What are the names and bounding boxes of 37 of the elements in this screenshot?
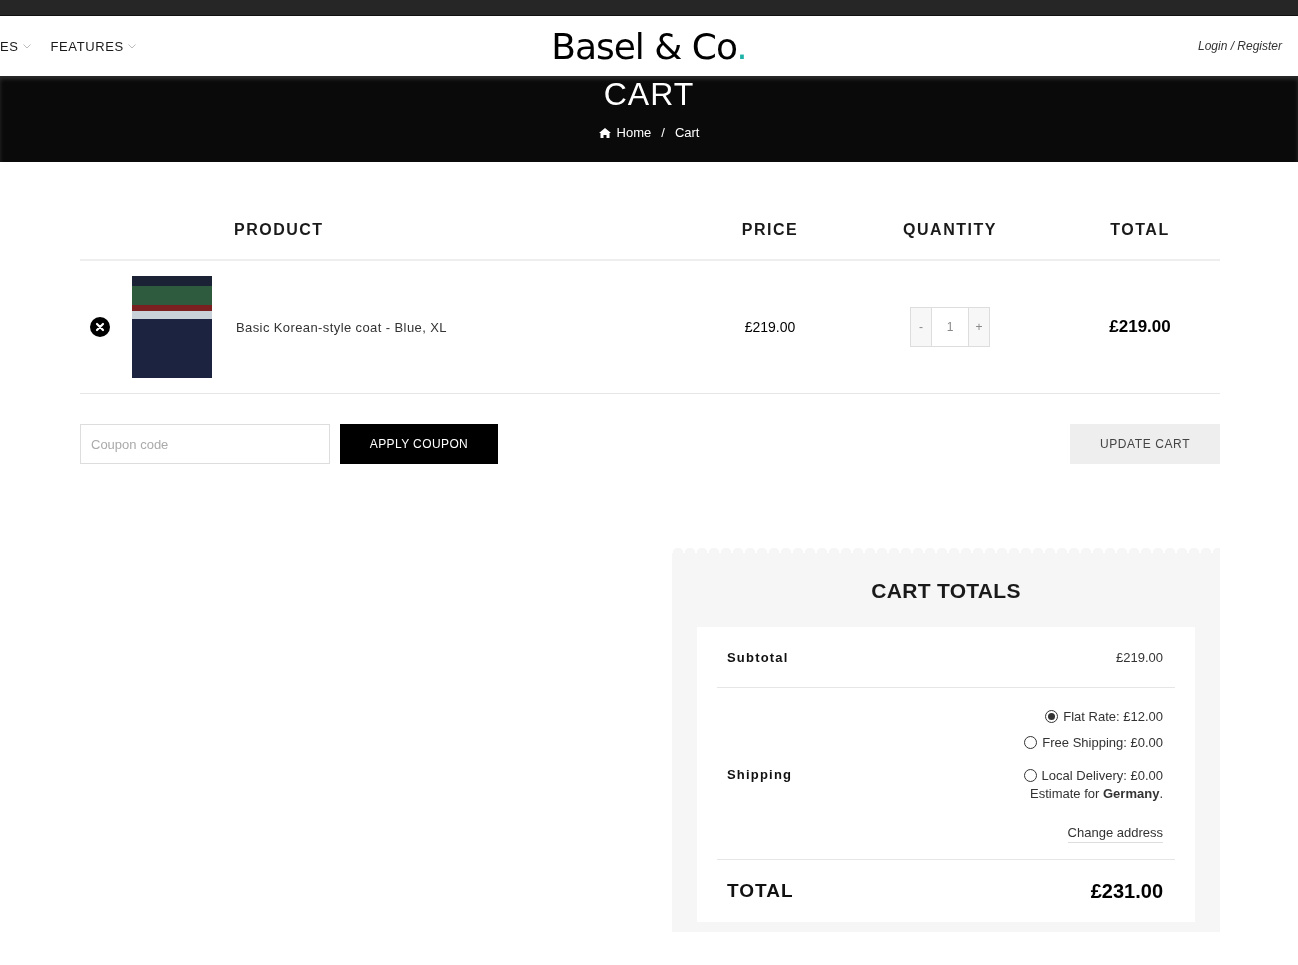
product-name[interactable]: Basic Korean-style coat - Blue, XL bbox=[236, 320, 447, 335]
radio-button[interactable] bbox=[1045, 709, 1059, 723]
column-header: TOTAL bbox=[1110, 220, 1170, 239]
column-header: QUANTITY bbox=[903, 220, 997, 239]
column-header: PRODUCT bbox=[234, 220, 324, 238]
logo[interactable]: Basel & Co. bbox=[551, 25, 747, 67]
page-title: CART bbox=[603, 76, 695, 112]
photo-placeholder[interactable] bbox=[132, 276, 212, 378]
home-icon bbox=[598, 127, 611, 138]
shipping-option[interactable]: Flat Rate: £12.00 bbox=[1045, 706, 1163, 726]
nav-link[interactable]: ES bbox=[0, 38, 31, 54]
change-address-link[interactable]: Change address bbox=[1067, 825, 1163, 843]
coupon-field[interactable]: Coupon code bbox=[80, 424, 330, 464]
product-price: £219.00 bbox=[744, 319, 796, 335]
nav-link[interactable]: FEATURES bbox=[50, 38, 136, 54]
total-label: TOTAL bbox=[727, 880, 794, 902]
remove-icon[interactable] bbox=[90, 317, 110, 337]
radio-button[interactable] bbox=[1024, 736, 1038, 749]
breadcrumb-link[interactable]: Home bbox=[616, 125, 652, 140]
shipping-label: Shipping bbox=[727, 767, 793, 782]
subtotal-label: Subtotal bbox=[727, 649, 789, 665]
subtotal-value: £219.00 bbox=[1116, 649, 1163, 665]
shipping-option[interactable]: Free Shipping: £0.00 bbox=[1024, 726, 1163, 759]
apply-coupon-button[interactable]: APPLY COUPON bbox=[340, 424, 498, 464]
chevron-down-icon bbox=[127, 43, 136, 49]
quantity-field[interactable]: 1 bbox=[932, 307, 968, 347]
column-header: PRICE bbox=[741, 220, 799, 239]
breadcrumb-separator: / bbox=[661, 125, 665, 140]
breadcrumb-link[interactable]: Cart bbox=[674, 125, 700, 140]
line-total: £219.00 bbox=[1109, 317, 1171, 337]
total-value: £231.00 bbox=[1090, 879, 1163, 903]
login-register-link[interactable]: Login / Register bbox=[1197, 39, 1282, 53]
cart-totals-heading: CART TOTALS bbox=[870, 579, 1022, 603]
chevron-down-icon bbox=[22, 43, 31, 49]
radio-button[interactable] bbox=[1023, 769, 1037, 782]
update-cart-button[interactable]: UPDATE CART bbox=[1070, 424, 1220, 464]
shipping-estimate: Estimate for Germany. bbox=[1030, 786, 1163, 801]
